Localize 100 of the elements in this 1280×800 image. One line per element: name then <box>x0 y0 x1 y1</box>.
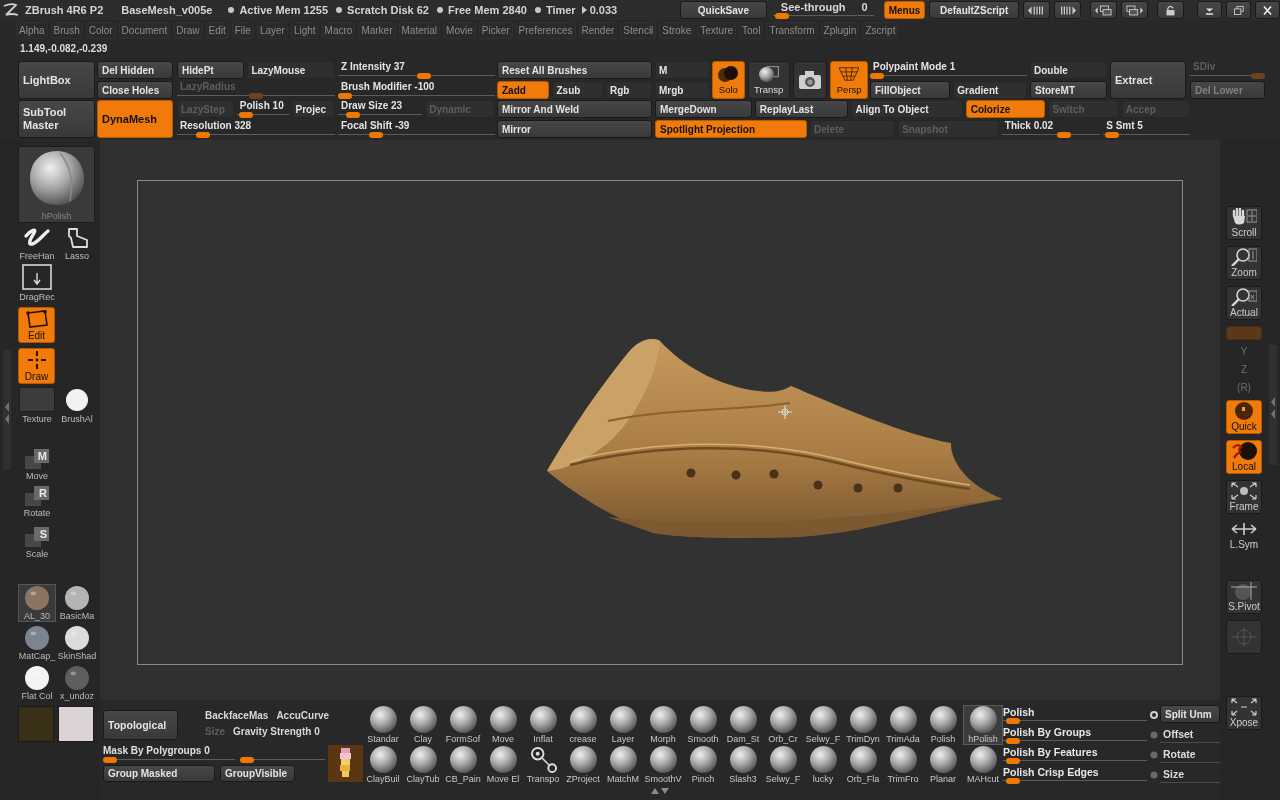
brush-button[interactable]: Pinch <box>683 745 723 785</box>
menu-item[interactable]: Edit <box>205 21 229 39</box>
slider-thumb[interactable] <box>1005 758 1020 764</box>
menu-item[interactable]: Transform <box>766 21 818 39</box>
shelf-button[interactable]: Extract <box>1110 61 1186 99</box>
texture-button[interactable]: Texture <box>18 387 56 424</box>
toggle-switch[interactable]: Rgb <box>605 81 652 99</box>
material-button[interactable]: MatCap_ <box>18 624 56 662</box>
shelf-button[interactable]: ReplayLast <box>754 100 849 118</box>
slider-track[interactable] <box>772 13 874 19</box>
brush-button[interactable]: Orb_Cr <box>763 705 803 745</box>
brush-button[interactable]: TrimFro <box>883 745 923 785</box>
slider-thumb[interactable] <box>416 73 431 79</box>
view-button[interactable]: Scroll <box>1226 206 1262 240</box>
shelf-button[interactable]: StoreMT <box>1030 81 1107 99</box>
menu-item[interactable]: Zscript <box>862 21 899 39</box>
shelf-button[interactable]: Close Holes <box>97 81 173 99</box>
slider-thumb[interactable] <box>195 132 210 138</box>
minimize-button[interactable] <box>1197 1 1222 19</box>
brush-button[interactable]: Selwy_F <box>803 705 843 745</box>
toolbar-button[interactable] <box>1054 1 1081 19</box>
brush-button[interactable]: Orb_Fla <box>843 745 883 785</box>
brush-button[interactable]: ZProject <box>563 745 603 785</box>
transform-button[interactable]: S Scale <box>18 527 56 559</box>
menu-item[interactable]: Movie <box>443 21 476 39</box>
menu-item[interactable]: Picker <box>478 21 513 39</box>
brush-button[interactable]: Planar <box>923 745 963 785</box>
slider-thumb[interactable] <box>774 13 789 19</box>
toggle-switch[interactable]: Align To Object <box>851 100 963 118</box>
slider-track[interactable] <box>338 73 495 79</box>
shelf-button[interactable]: Del Hidden <box>97 61 173 79</box>
slider-thumb[interactable] <box>369 132 384 138</box>
toggle-switch[interactable]: Zsub <box>552 81 603 99</box>
slider-thumb[interactable] <box>103 757 117 763</box>
slider-thumb[interactable] <box>1105 132 1120 138</box>
slider-thumb[interactable] <box>1056 132 1071 138</box>
slider-track[interactable] <box>236 112 289 118</box>
menu-item[interactable]: Draw <box>173 21 203 39</box>
menu-item[interactable]: Stencil <box>620 21 657 39</box>
slider-thumb[interactable] <box>870 73 884 79</box>
view-toggle[interactable]: Solo <box>712 61 745 99</box>
radio-dot-icon[interactable] <box>1150 751 1158 759</box>
mode-button[interactable]: Draw <box>18 348 55 384</box>
brush-button[interactable]: CB_Pain <box>443 745 483 785</box>
material-button[interactable]: AL_30 <box>18 584 56 622</box>
slider-thumb[interactable] <box>1005 738 1020 744</box>
view-button[interactable]: Actual <box>1226 286 1262 320</box>
shelf-button[interactable]: Zadd <box>497 81 550 99</box>
slider-thumb[interactable] <box>346 112 361 118</box>
accucurve-toggle[interactable]: AccuCurve <box>276 709 330 722</box>
toolbar-button[interactable] <box>1090 1 1117 19</box>
brush-button[interactable]: Dam_St <box>723 705 763 745</box>
shelf-button[interactable]: DynaMesh <box>97 100 173 138</box>
shelf-button[interactable]: FillObject <box>870 81 951 99</box>
color-swatch[interactable] <box>18 706 54 742</box>
menu-item[interactable]: Layer <box>256 21 288 39</box>
slider-track[interactable] <box>1103 132 1190 138</box>
menu-item[interactable]: Stroke <box>659 21 695 39</box>
brush-button[interactable]: TrimDyn <box>843 705 883 745</box>
menu-item[interactable]: Preferences <box>515 21 576 39</box>
transform-button[interactable]: R Rotate <box>18 486 56 518</box>
brush-button[interactable]: Move El <box>483 745 523 785</box>
menu-item[interactable]: Macro <box>321 21 356 39</box>
brush-button[interactable]: hPolish <box>963 705 1003 745</box>
slider-track[interactable] <box>338 93 495 99</box>
slider-track[interactable] <box>1001 132 1101 138</box>
view-button[interactable]: Local <box>1226 440 1262 474</box>
view-button[interactable]: Frame <box>1226 480 1262 514</box>
slider-thumb[interactable] <box>238 112 253 118</box>
toolbar-button[interactable] <box>1121 1 1148 19</box>
material-button[interactable]: SkinShad <box>58 624 96 662</box>
toolbar-button[interactable] <box>1023 1 1050 19</box>
brush-button[interactable]: TrimAda <box>883 705 923 745</box>
toggle-switch[interactable]: Projec <box>291 100 335 118</box>
radio-ring-icon[interactable] <box>1150 711 1158 719</box>
script-button[interactable]: DefaultZScript <box>929 1 1019 19</box>
drag-rect-button[interactable]: DragRec <box>18 264 56 302</box>
shelf-button[interactable]: Mirror <box>497 120 652 138</box>
brush-button[interactable]: Clay <box>403 705 443 745</box>
brush-button[interactable]: ClayBuil <box>363 745 403 785</box>
toggle-switch[interactable]: Mrgb <box>655 81 710 99</box>
color-swatch[interactable] <box>58 706 94 742</box>
radio-dot-icon[interactable] <box>1150 771 1158 779</box>
view-button[interactable]: Xpose <box>1226 696 1262 730</box>
collapse-tab-icon[interactable] <box>1269 345 1277 465</box>
material-button[interactable]: x_undoz <box>58 664 96 702</box>
menu-item[interactable]: Alpha <box>16 21 48 39</box>
slider-track[interactable] <box>177 93 335 99</box>
view-button[interactable]: S.Pivot <box>1226 580 1262 614</box>
view-toggle[interactable]: Transp <box>747 61 790 99</box>
brush-button[interactable]: MAHcut <box>963 745 1003 785</box>
menu-item[interactable]: Marker <box>358 21 396 39</box>
view-button[interactable]: L.Sym <box>1226 520 1262 550</box>
brush-button[interactable]: Slash3 <box>723 745 763 785</box>
toggle-switch[interactable]: M <box>655 61 710 79</box>
shelf-button[interactable]: Group Masked <box>103 765 215 782</box>
slider-thumb[interactable] <box>1005 778 1020 784</box>
menu-item[interactable]: Light <box>290 21 319 39</box>
brush-button[interactable]: Selwy_F <box>763 745 803 785</box>
slider-thumb[interactable] <box>338 93 352 99</box>
